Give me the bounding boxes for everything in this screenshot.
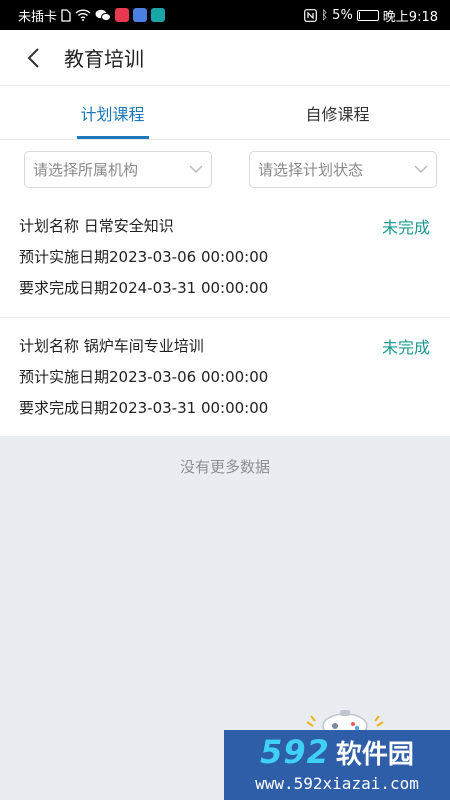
plan-name: 计划名称 日常安全知识 bbox=[19, 217, 174, 235]
plan-status: 未完成 bbox=[381, 217, 430, 237]
tab-self-study-courses[interactable]: 自修课程 bbox=[225, 86, 450, 139]
due-date: 要求完成日期2024-03-31 00:00:00 bbox=[19, 279, 269, 297]
battery-icon bbox=[356, 9, 379, 21]
battery-percent: 5% bbox=[332, 7, 353, 23]
plan-date: 预计实施日期2023-03-06 00:00:00 bbox=[19, 248, 269, 266]
watermark-logo: 592 软件园 www.592xiazai.com bbox=[224, 730, 450, 800]
status-bar-right: ᛒ 5% 晚上9:18 bbox=[304, 6, 438, 25]
chevron-down-icon bbox=[189, 164, 203, 173]
watermark-brand: 592 软件园 bbox=[224, 730, 450, 774]
tab-planned-courses[interactable]: 计划课程 bbox=[0, 86, 225, 139]
status-bar: 未插卡 ᛒ 5% 晚上9:18 bbox=[0, 0, 450, 30]
page-title: 教育培训 bbox=[64, 47, 144, 71]
filter-bar: 请选择所属机构 请选择计划状态 bbox=[0, 140, 450, 198]
carrier-text: 未插卡 bbox=[18, 9, 58, 25]
plan-card[interactable]: 计划名称 锅炉车间专业培训 未完成 预计实施日期2023-03-06 00:00… bbox=[0, 318, 450, 436]
no-more-data-text: 没有更多数据 bbox=[179, 458, 270, 476]
store-app-icon bbox=[151, 8, 166, 22]
back-icon[interactable] bbox=[18, 43, 48, 73]
status-select-placeholder: 请选择计划状态 bbox=[258, 160, 364, 179]
wifi-icon bbox=[75, 9, 91, 21]
status-select[interactable]: 请选择计划状态 bbox=[249, 150, 437, 188]
app-notification-icon bbox=[115, 8, 130, 22]
plan-name-row: 计划名称 日常安全知识 未完成 bbox=[19, 210, 430, 241]
nfc-icon bbox=[304, 8, 317, 22]
org-select[interactable]: 请选择所属机构 bbox=[24, 150, 212, 188]
battery-fill bbox=[358, 11, 360, 19]
plan-date-row: 预计实施日期2023-03-06 00:00:00 bbox=[19, 361, 430, 392]
plan-date-row: 预计实施日期2023-03-06 00:00:00 bbox=[19, 241, 430, 272]
bluetooth-icon: ᛒ bbox=[320, 8, 329, 22]
plan-date: 预计实施日期2023-03-06 00:00:00 bbox=[19, 368, 269, 386]
clock: 晚上9:18 bbox=[382, 9, 438, 25]
due-date-row: 要求完成日期2024-03-31 00:00:00 bbox=[19, 272, 430, 303]
chevron-down-icon bbox=[414, 164, 428, 173]
app-header: 教育培训 bbox=[0, 30, 450, 86]
tab-bar: 计划课程 自修课程 bbox=[0, 86, 450, 140]
due-date-row: 要求完成日期2023-03-31 00:00:00 bbox=[19, 392, 430, 423]
plan-card[interactable]: 计划名称 日常安全知识 未完成 预计实施日期2023-03-06 00:00:0… bbox=[0, 198, 450, 318]
due-date: 要求完成日期2023-03-31 00:00:00 bbox=[19, 399, 269, 417]
wechat-icon bbox=[95, 9, 112, 21]
watermark-url: www.592xiazai.com bbox=[255, 774, 419, 793]
plan-name-row: 计划名称 锅炉车间专业培训 未完成 bbox=[19, 330, 430, 361]
sim-icon bbox=[61, 8, 71, 22]
plan-name: 计划名称 锅炉车间专业培训 bbox=[19, 337, 204, 355]
org-select-placeholder: 请选择所属机构 bbox=[33, 160, 139, 179]
plan-status: 未完成 bbox=[381, 337, 430, 357]
watermark-brand-name: 软件园 bbox=[335, 739, 414, 770]
status-bar-left: 未插卡 bbox=[18, 6, 166, 25]
watermark-number: 592 bbox=[260, 733, 330, 771]
music-app-icon bbox=[133, 8, 148, 22]
